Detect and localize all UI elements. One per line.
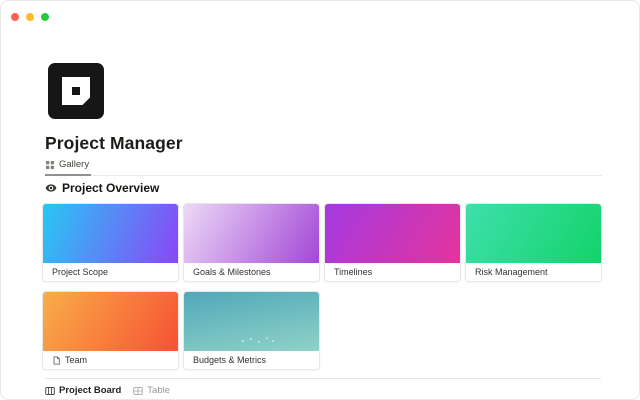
- card-budgets-metrics[interactable]: Budgets & Metrics: [183, 291, 320, 370]
- card-cover: [43, 204, 178, 263]
- board-section-header: Project Board Table: [45, 385, 170, 396]
- close-window-button[interactable]: [11, 13, 19, 21]
- section-header: Project Overview: [45, 181, 159, 195]
- page-title[interactable]: Project Manager: [45, 133, 183, 154]
- gallery-grid-icon: [45, 160, 55, 170]
- card-timelines[interactable]: Timelines: [324, 203, 461, 282]
- tab-gallery-label: Gallery: [59, 159, 89, 170]
- card-title: Team: [65, 355, 87, 365]
- card-team[interactable]: Team: [42, 291, 179, 370]
- tab-table[interactable]: Table: [133, 385, 170, 396]
- board-columns-icon: [45, 386, 55, 396]
- card-cover: [325, 204, 460, 263]
- card-goals-milestones[interactable]: Goals & Milestones: [183, 203, 320, 282]
- card-cover: [466, 204, 601, 263]
- minimize-window-button[interactable]: [26, 13, 34, 21]
- board-title: Project Board: [59, 385, 121, 396]
- table-icon: [133, 386, 143, 396]
- card-title: Risk Management: [475, 267, 548, 277]
- card-title: Budgets & Metrics: [193, 355, 266, 365]
- app-window: Project Manager Gallery Project Overview: [0, 0, 640, 400]
- card-title: Project Scope: [52, 267, 108, 277]
- table-tab-label: Table: [147, 385, 170, 396]
- eye-icon: [45, 182, 57, 194]
- section-divider: [45, 378, 601, 379]
- tab-gallery[interactable]: Gallery: [45, 157, 91, 176]
- card-cover: [43, 292, 178, 351]
- card-project-scope[interactable]: Project Scope: [42, 203, 179, 282]
- page-logo[interactable]: [48, 63, 104, 119]
- card-title: Timelines: [334, 267, 372, 277]
- card-cover: [184, 292, 319, 351]
- board-title-row[interactable]: Project Board: [45, 385, 121, 396]
- section-title[interactable]: Project Overview: [62, 181, 159, 195]
- zoom-window-button[interactable]: [41, 13, 49, 21]
- page-icon: [52, 356, 61, 365]
- gallery-grid: Project Scope Goals & Milestones Timelin…: [42, 203, 602, 370]
- card-title: Goals & Milestones: [193, 267, 271, 277]
- card-risk-management[interactable]: Risk Management: [465, 203, 602, 282]
- window-controls: [11, 13, 49, 21]
- card-cover: [184, 204, 319, 263]
- view-tab-bar: Gallery: [45, 157, 602, 176]
- notched-square-logo-icon: [61, 76, 91, 106]
